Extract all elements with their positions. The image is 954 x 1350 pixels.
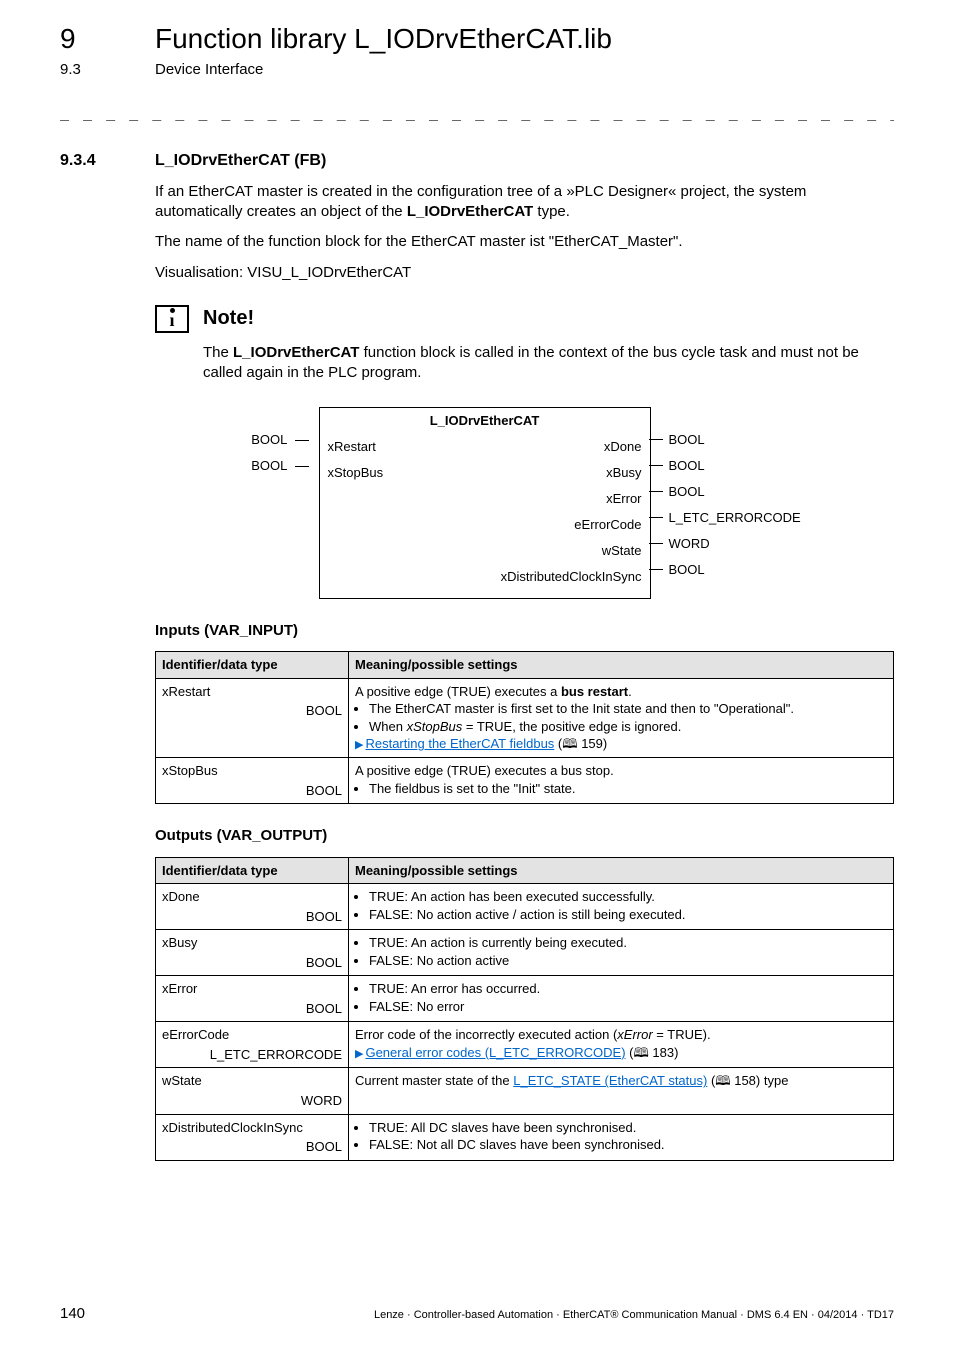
subsection-number: 9.3.4	[60, 150, 155, 172]
table-row: xDistributedClockInSync BOOL TRUE: All DC…	[156, 1114, 894, 1160]
chapter-number: 9	[60, 20, 155, 58]
list-item: TRUE: An action has been executed succes…	[369, 888, 887, 906]
page-ref: (🕮 158)	[707, 1073, 760, 1088]
outputs-table: Identifier/data type Meaning/possible se…	[155, 857, 894, 1161]
table-row: wStateWORD Current master state of the L…	[156, 1068, 894, 1114]
fb-input-type: BOOL	[251, 458, 287, 473]
list-item: The EtherCAT master is first set to the …	[369, 700, 887, 718]
data-type: BOOL	[162, 1138, 342, 1156]
fb-output-type: BOOL	[669, 457, 705, 475]
identifier: xDone	[162, 889, 200, 904]
fb-input-name: xStopBus	[328, 464, 384, 482]
intro-paragraph-2: The name of the function block for the E…	[155, 232, 894, 252]
fb-output-type: BOOL	[669, 431, 705, 449]
identifier: xRestart	[162, 684, 210, 699]
subsection-title: L_IODrvEtherCAT (FB)	[155, 150, 326, 172]
table-header: Identifier/data type	[156, 652, 349, 679]
inputs-heading: Inputs (VAR_INPUT)	[155, 621, 894, 641]
identifier: wState	[162, 1073, 202, 1088]
data-type: BOOL	[162, 702, 342, 720]
list-item: FALSE: Not all DC slaves have been synch…	[369, 1136, 887, 1154]
identifier: xError	[162, 981, 197, 996]
fb-input-type: BOOL	[251, 432, 287, 447]
identifier: xStopBus	[162, 763, 218, 778]
list-item: FALSE: No action active / action is stil…	[369, 906, 887, 924]
section-title-header: Device Interface	[155, 60, 263, 80]
chapter-title: Function library L_IODrvEtherCAT.lib	[155, 20, 612, 58]
table-header: Identifier/data type	[156, 857, 349, 884]
page-number: 140	[60, 1304, 85, 1324]
inputs-table: Identifier/data type Meaning/possible se…	[155, 651, 894, 804]
fb-output-type: BOOL	[669, 561, 705, 579]
data-type: WORD	[162, 1092, 342, 1110]
fb-output-name: eErrorCode	[574, 516, 641, 534]
section-number-header: 9.3	[60, 60, 155, 80]
error-codes-link[interactable]: General error codes (L_ETC_ERRORCODE)	[365, 1045, 625, 1060]
list-item: TRUE: An action is currently being execu…	[369, 934, 887, 952]
list-item: TRUE: An error has occurred.	[369, 980, 887, 998]
table-row: xDone BOOL TRUE: An action has been execu…	[156, 884, 894, 930]
identifier: xBusy	[162, 935, 197, 950]
fb-title: L_IODrvEtherCAT	[320, 408, 650, 434]
fb-output-name: xDone	[604, 438, 642, 456]
function-block-diagram: L_IODrvEtherCAT xRestart xDone xStopBus …	[215, 407, 835, 599]
table-header: Meaning/possible settings	[349, 857, 894, 884]
table-header: Meaning/possible settings	[349, 652, 894, 679]
list-item: The fieldbus is set to the "Init" state.	[369, 780, 887, 798]
list-item: FALSE: No action active	[369, 952, 887, 970]
data-type: L_ETC_ERRORCODE	[162, 1046, 342, 1064]
intro-paragraph-1: If an EtherCAT master is created in the …	[155, 182, 894, 223]
fb-output-type: L_ETC_ERRORCODE	[669, 509, 801, 527]
fb-output-name: xDistributedClockInSync	[501, 568, 642, 586]
note-body: The L_IODrvEtherCAT function block is ca…	[203, 343, 894, 384]
fb-input-name: xRestart	[328, 438, 376, 456]
data-type: BOOL	[162, 1000, 342, 1018]
outputs-heading: Outputs (VAR_OUTPUT)	[155, 826, 894, 846]
data-type: BOOL	[162, 954, 342, 972]
restart-fieldbus-link[interactable]: Restarting the EtherCAT fieldbus	[365, 736, 554, 751]
header-divider: _ _ _ _ _ _ _ _ _ _ _ _ _ _ _ _ _ _ _ _ …	[60, 102, 894, 122]
fb-output-type: WORD	[669, 535, 710, 553]
table-row: xErrorBOOL TRUE: An error has occurred. …	[156, 976, 894, 1022]
fb-output-name: xBusy	[606, 464, 641, 482]
fb-output-name: xError	[606, 490, 641, 508]
table-row: xRestart BOOL A positive edge (TRUE) exe…	[156, 678, 894, 757]
note-label: Note!	[203, 305, 254, 332]
data-type: BOOL	[162, 782, 342, 800]
footer-text: Lenze · Controller-based Automation · Et…	[374, 1308, 894, 1323]
fb-output-type: BOOL	[669, 483, 705, 501]
intro-paragraph-3: Visualisation: VISU_L_IODrvEtherCAT	[155, 263, 894, 283]
table-row: eErrorCodeL_ETC_ERRORCODE Error code of …	[156, 1022, 894, 1068]
etc-state-link[interactable]: L_ETC_STATE (EtherCAT status)	[513, 1073, 707, 1088]
link-arrow-icon: ▶	[355, 1048, 363, 1060]
table-row: xStopBus BOOL A positive edge (TRUE) exe…	[156, 758, 894, 804]
info-icon: ı	[155, 305, 189, 333]
identifier: eErrorCode	[162, 1027, 229, 1042]
page-ref: (🕮 183)	[626, 1045, 679, 1060]
list-item: When xStopBus = TRUE, the positive edge …	[369, 718, 887, 736]
page-ref: (🕮 159)	[554, 736, 607, 751]
list-item: FALSE: No error	[369, 998, 887, 1016]
identifier: xDistributedClockInSync	[162, 1120, 303, 1135]
table-row: xBusy BOOL TRUE: An action is currently b…	[156, 930, 894, 976]
link-arrow-icon: ▶	[355, 739, 363, 751]
fb-output-name: wState	[602, 542, 642, 560]
list-item: TRUE: All DC slaves have been synchronis…	[369, 1119, 887, 1137]
data-type: BOOL	[162, 908, 342, 926]
